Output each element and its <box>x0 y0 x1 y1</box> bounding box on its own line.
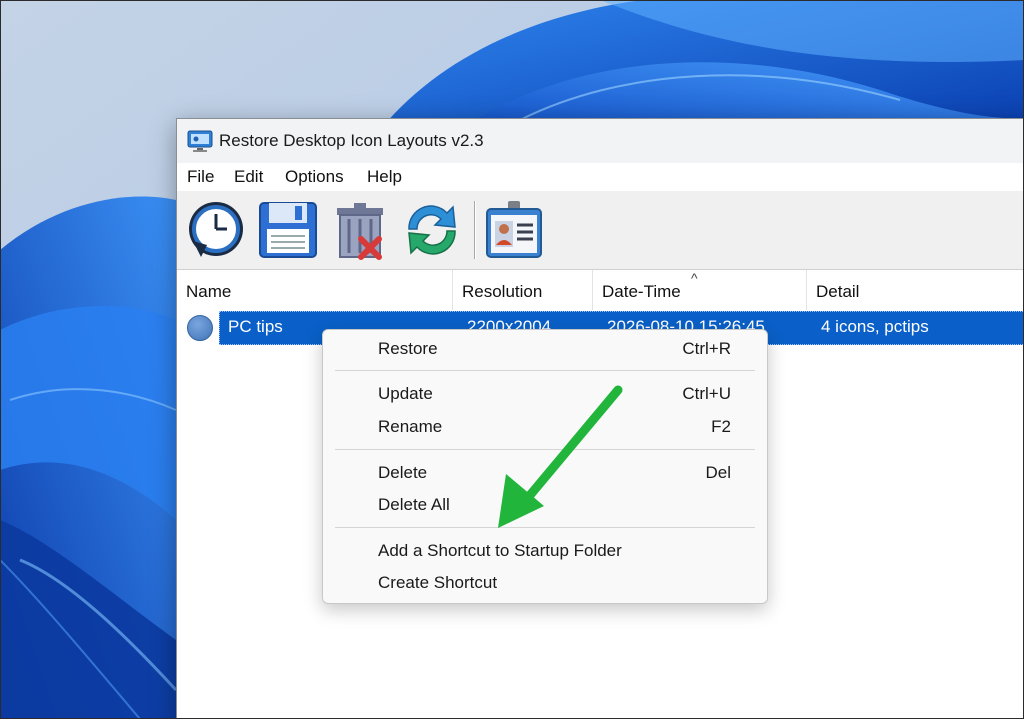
menu-separator <box>335 370 755 371</box>
column-header-datetime[interactable]: Date-Time <box>593 270 807 310</box>
toolbar-separator <box>474 201 476 259</box>
menu-item-add-startup-shortcut[interactable]: Add a Shortcut to Startup Folder <box>323 535 767 565</box>
menu-options[interactable]: Options <box>285 167 344 187</box>
menu-item-shortcut: Del <box>705 463 731 482</box>
menu-item-create-shortcut[interactable]: Create Shortcut <box>323 567 767 597</box>
menu-edit[interactable]: Edit <box>234 167 263 187</box>
menu-item-label: Add a Shortcut to Startup Folder <box>378 541 622 560</box>
clock-restore-icon[interactable] <box>183 199 245 261</box>
sort-ascending-indicator: ^ <box>691 270 698 286</box>
floppy-save-icon[interactable] <box>257 199 319 261</box>
column-header-resolution[interactable]: Resolution <box>453 270 593 310</box>
menu-item-shortcut: Ctrl+R <box>682 339 731 358</box>
column-header-name[interactable]: Name <box>177 270 453 310</box>
trash-delete-icon[interactable] <box>329 199 391 261</box>
screenshot-stage: Restore Desktop Icon Layouts v2.3 File E… <box>0 0 1024 719</box>
menu-item-restore[interactable]: Restore Ctrl+R <box>323 333 767 363</box>
menu-item-update[interactable]: Update Ctrl+U <box>323 378 767 408</box>
menu-item-delete-all[interactable]: Delete All <box>323 489 767 519</box>
menu-item-label: Create Shortcut <box>378 573 498 592</box>
menu-separator <box>335 449 755 450</box>
refresh-icon[interactable] <box>401 199 463 261</box>
toolbar <box>177 191 1024 270</box>
menu-item-label: Update <box>378 384 433 403</box>
column-header-detail[interactable]: Detail <box>807 270 1024 310</box>
menu-item-label: Restore <box>378 339 438 358</box>
id-card-icon[interactable] <box>483 199 545 261</box>
menu-item-delete[interactable]: Delete Del <box>323 457 767 487</box>
title-bar[interactable]: Restore Desktop Icon Layouts v2.3 <box>177 119 1024 163</box>
monitor-app-icon <box>187 130 213 152</box>
menu-item-shortcut: F2 <box>711 417 731 436</box>
menu-item-label: Delete All <box>378 495 450 514</box>
menu-item-rename[interactable]: Rename F2 <box>323 411 767 441</box>
layout-row-icon <box>187 315 213 341</box>
menu-file[interactable]: File <box>187 167 214 187</box>
context-menu: Restore Ctrl+R Update Ctrl+U Rename F2 D… <box>322 329 768 604</box>
menu-item-shortcut: Ctrl+U <box>682 384 731 403</box>
menu-help[interactable]: Help <box>367 167 402 187</box>
menu-bar: File Edit Options Help <box>177 163 1024 191</box>
menu-item-label: Delete <box>378 463 428 482</box>
menu-item-label: Rename <box>378 417 443 436</box>
window-title: Restore Desktop Icon Layouts v2.3 <box>219 131 484 150</box>
menu-separator <box>335 527 755 528</box>
